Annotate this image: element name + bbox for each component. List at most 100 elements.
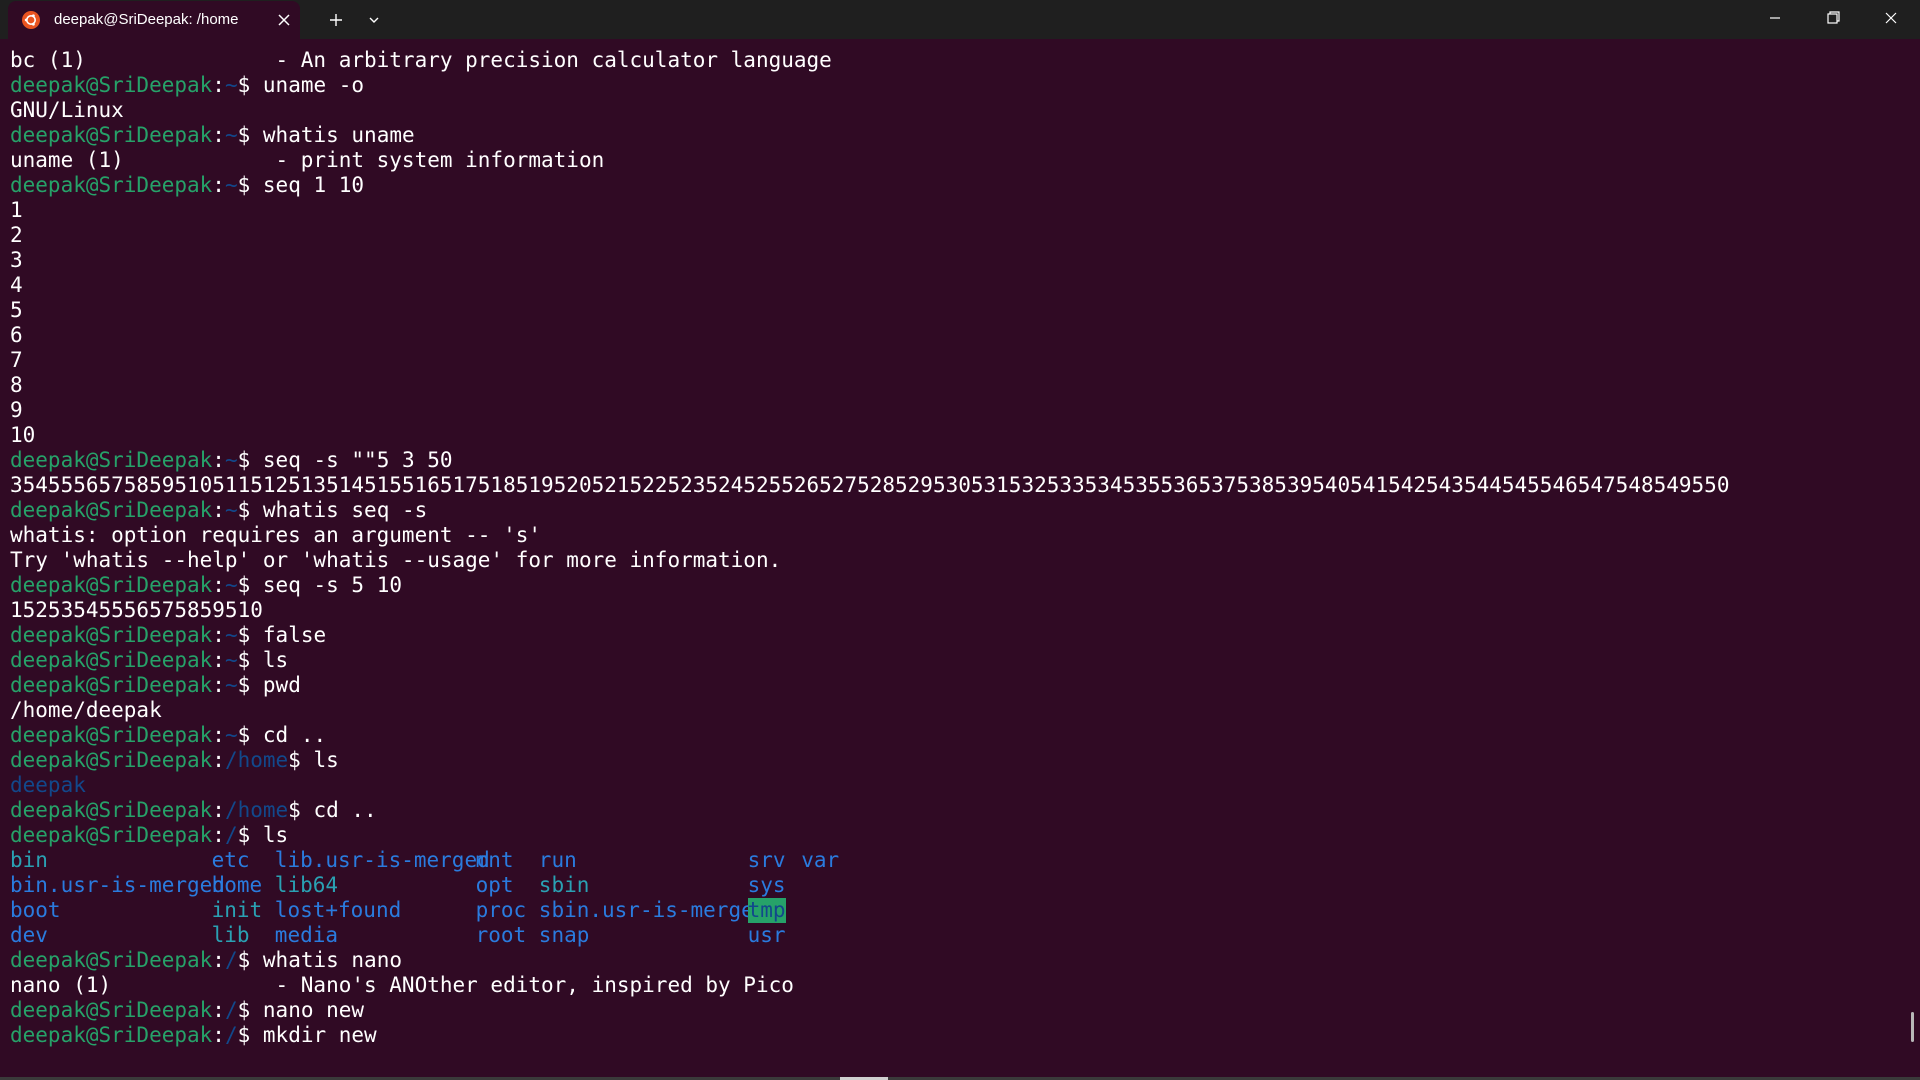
restore-icon[interactable]	[1804, 0, 1862, 36]
ls-entry: home	[211, 873, 263, 897]
ls-entry: var	[801, 848, 840, 872]
ls-row: bin.usr-is-merged home lib64 opt sbin sys	[10, 873, 1900, 898]
prompt-colon: :	[212, 748, 225, 772]
prompt-symbol: $	[237, 648, 251, 672]
title-bar: deepak@SriDeepak: /home	[0, 0, 1920, 39]
close-icon[interactable]	[1862, 0, 1920, 36]
prompt-colon: :	[212, 573, 225, 597]
prompt-user: deepak@SriDeepak	[10, 1023, 213, 1047]
prompt-symbol: $	[237, 73, 251, 97]
prompt-colon: :	[212, 448, 225, 472]
chevron-down-icon[interactable]	[362, 9, 386, 31]
prompt-colon: :	[212, 673, 225, 697]
prompt-colon: :	[212, 1023, 225, 1047]
ls-entry: dev	[10, 923, 48, 947]
output-line: 6	[10, 323, 23, 347]
prompt-path: ~	[224, 723, 238, 747]
prompt-line: deepak@SriDeepak:~$ seq 1 10	[10, 173, 1900, 198]
tab-close-icon[interactable]	[274, 10, 294, 30]
prompt-path: /	[224, 948, 238, 972]
ls-entry: lib	[211, 923, 250, 947]
prompt-line: deepak@SriDeepak:/$ mkdir new	[10, 1023, 1900, 1048]
prompt-symbol: $	[237, 823, 251, 847]
prompt-user: deepak@SriDeepak	[10, 623, 213, 647]
prompt-symbol: $	[237, 123, 251, 147]
prompt-path: ~	[224, 573, 238, 597]
ls-entry: etc	[211, 848, 250, 872]
ls-entry: bin	[10, 848, 48, 872]
command-text: seq -s ""5 3 50	[250, 448, 453, 472]
prompt-user: deepak@SriDeepak	[10, 173, 213, 197]
prompt-colon: :	[212, 948, 225, 972]
output-line: 3545556575859510511512513514515516517518…	[10, 473, 1730, 497]
ls-row: boot init lost+found proc sbin.usr-is-merged…	[10, 898, 1900, 923]
ls-entry: opt	[475, 873, 514, 897]
prompt-symbol: $	[237, 998, 251, 1022]
output-line: uname (1) - print system information	[10, 148, 605, 172]
prompt-user: deepak@SriDeepak	[10, 673, 213, 697]
output-line: 3	[10, 248, 23, 272]
prompt-colon: :	[212, 723, 225, 747]
command-text: whatis seq -s	[250, 498, 428, 522]
command-text: nano new	[250, 998, 365, 1022]
ls-entry: mnt	[475, 848, 514, 872]
command-text: uname -o	[250, 73, 365, 97]
prompt-symbol: $	[288, 798, 301, 822]
ls-entry: lib.usr-is-merged	[274, 848, 490, 872]
prompt-user: deepak@SriDeepak	[10, 123, 213, 147]
command-text: pwd	[250, 673, 301, 697]
prompt-colon: :	[212, 798, 225, 822]
prompt-user: deepak@SriDeepak	[10, 748, 213, 772]
ls-entry: lib64	[274, 873, 339, 897]
ls-entry: run	[538, 848, 577, 872]
prompt-user: deepak@SriDeepak	[10, 948, 213, 972]
prompt-colon: :	[212, 998, 225, 1022]
prompt-user: deepak@SriDeepak	[10, 798, 213, 822]
output-line: 1	[10, 198, 23, 222]
command-text: seq -s 5 10	[250, 573, 402, 597]
prompt-colon: :	[212, 73, 225, 97]
minimize-icon[interactable]	[1746, 0, 1804, 36]
terminal-tab[interactable]: deepak@SriDeepak: /home	[8, 1, 300, 39]
prompt-symbol: $	[237, 173, 251, 197]
prompt-path: /home	[224, 748, 289, 772]
command-text: cd ..	[250, 723, 327, 747]
prompt-colon: :	[212, 173, 225, 197]
ls-entry: init	[211, 898, 263, 922]
ls-entry: usr	[747, 923, 786, 947]
prompt-colon: :	[212, 123, 225, 147]
prompt-colon: :	[212, 498, 225, 522]
command-text: ls	[250, 648, 289, 672]
prompt-user: deepak@SriDeepak	[10, 498, 213, 522]
prompt-line: deepak@SriDeepak:~$ cd ..	[10, 723, 1900, 748]
prompt-line: deepak@SriDeepak:/$ nano new	[10, 998, 1900, 1023]
output-line: 5	[10, 298, 23, 322]
prompt-path: /	[224, 998, 238, 1022]
command-text: cd ..	[300, 798, 377, 822]
prompt-line: deepak@SriDeepak:/home$ ls	[10, 748, 1900, 773]
output-line: 2	[10, 223, 23, 247]
ls-entry: lost+found	[274, 898, 402, 922]
terminal-output[interactable]: bc (1) - An arbitrary precision calculat…	[10, 48, 1900, 1072]
prompt-line: deepak@SriDeepak:~$ whatis seq -s	[10, 498, 1900, 523]
prompt-path: ~	[224, 648, 238, 672]
new-tab-plus-icon[interactable]	[324, 9, 348, 31]
prompt-path: /	[224, 823, 238, 847]
prompt-line: deepak@SriDeepak:/$ whatis nano	[10, 948, 1900, 973]
prompt-user: deepak@SriDeepak	[10, 723, 213, 747]
prompt-user: deepak@SriDeepak	[10, 648, 213, 672]
command-text: false	[250, 623, 327, 647]
ls-entry: root	[475, 923, 527, 947]
prompt-user: deepak@SriDeepak	[10, 998, 213, 1022]
scrollbar-thumb[interactable]	[1911, 1012, 1914, 1042]
prompt-line: deepak@SriDeepak:~$ uname -o	[10, 73, 1900, 98]
prompt-colon: :	[212, 623, 225, 647]
prompt-path: ~	[224, 448, 238, 472]
prompt-path: /	[224, 1023, 238, 1047]
prompt-colon: :	[212, 823, 225, 847]
output-line: bc (1) - An arbitrary precision calculat…	[10, 48, 832, 72]
ls-entry: sys	[747, 873, 786, 897]
prompt-symbol: $	[237, 623, 251, 647]
output-line: 9	[10, 398, 23, 422]
prompt-symbol: $	[237, 498, 251, 522]
